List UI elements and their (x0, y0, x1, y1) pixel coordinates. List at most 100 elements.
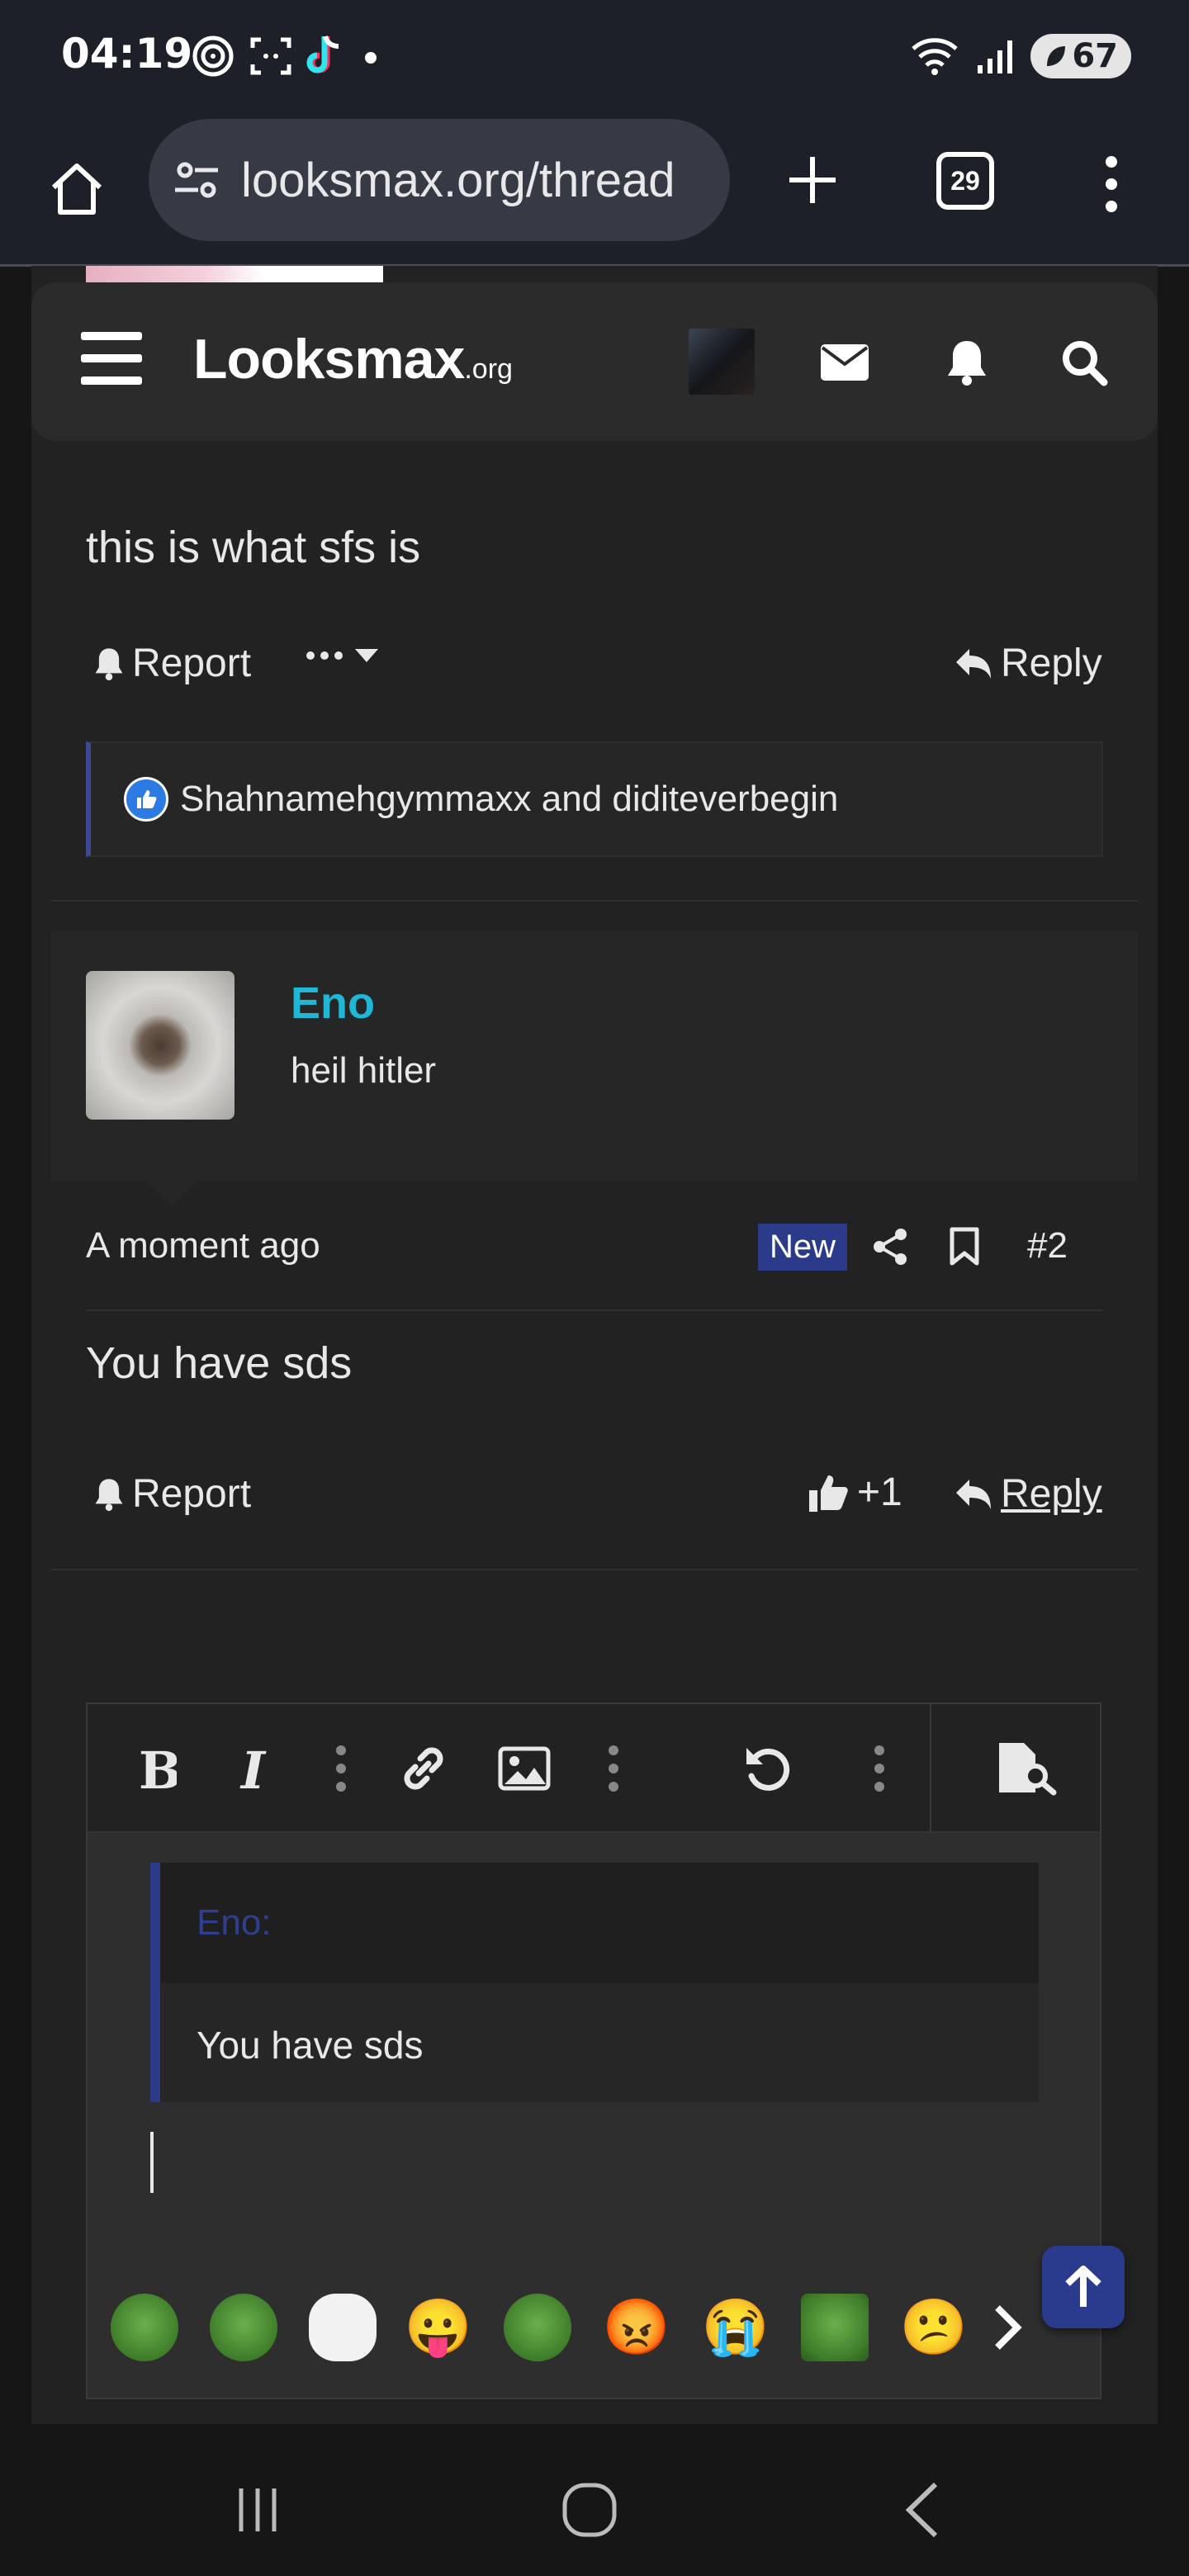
new-badge: New (758, 1224, 848, 1271)
reply-label: Reply (1001, 1472, 1102, 1516)
crying-face-emoji[interactable]: 😭 (702, 2294, 770, 2361)
quote-block: Eno: You have sds (150, 1863, 1039, 2102)
reactions-bar[interactable]: Shahnamehgymmaxx and diditeverbegin (86, 741, 1103, 857)
share-button[interactable] (865, 1222, 915, 1271)
pepe-laugh-emoji[interactable] (111, 2294, 178, 2361)
tab-switcher-button[interactable]: 29 (936, 152, 994, 210)
svg-text:I: I (239, 1744, 267, 1793)
home-circle-icon (562, 2483, 617, 2537)
bell-icon (95, 1478, 123, 1511)
svg-text:B: B (139, 1744, 177, 1793)
tongue-emoji[interactable]: 😛 (405, 2294, 472, 2361)
meta-divider (86, 1309, 1103, 1311)
more-insert-options-button[interactable] (585, 1737, 642, 1800)
battery-level: 67 (1072, 37, 1118, 75)
bell-icon (948, 341, 986, 386)
preview-button[interactable] (991, 1737, 1065, 1800)
status-time: 04:19 (61, 30, 193, 78)
recents-icon (239, 2488, 277, 2531)
quote-author[interactable]: Eno: (197, 1902, 272, 1944)
italic-button[interactable]: I (226, 1737, 284, 1800)
envelope-icon (821, 344, 869, 381)
alerts-button[interactable] (938, 334, 996, 391)
system-icons: 67 (910, 30, 1131, 83)
tiktok-icon (306, 36, 339, 73)
recent-apps-button[interactable] (216, 2469, 299, 2551)
report-label: Report (132, 1472, 252, 1516)
user-block-pointer (147, 1181, 197, 1205)
confused-face-emoji[interactable]: 😕 (900, 2294, 968, 2361)
report-label: Report (132, 642, 252, 685)
chevron-right-icon (995, 2305, 1022, 2350)
emoji-next-button[interactable] (983, 2294, 1032, 2361)
menu-icon[interactable] (81, 332, 142, 385)
like-reaction-icon (124, 777, 168, 822)
pepe-smug-emoji[interactable] (801, 2294, 869, 2361)
like-button[interactable]: +1 (808, 1470, 902, 1515)
quote-header: Eno: (160, 1863, 1039, 1983)
search-button[interactable] (1055, 334, 1113, 391)
address-bar[interactable]: looksmax.org/thread (149, 119, 730, 241)
bold-button[interactable]: B (127, 1737, 185, 1800)
report-button[interactable]: Report (92, 641, 251, 686)
more-vertical-icon (336, 1745, 346, 1792)
post-time[interactable]: A moment ago (86, 1225, 320, 1267)
undo-button[interactable] (740, 1737, 798, 1800)
url-text[interactable]: looksmax.org/thread (241, 153, 712, 208)
avatar[interactable] (86, 971, 234, 1120)
reactions-text[interactable]: Shahnamehgymmaxx and diditeverbegin (180, 779, 838, 820)
home-button[interactable] (40, 152, 114, 226)
battery-indicator: 67 (1030, 34, 1131, 78)
wojak-emoji[interactable] (309, 2294, 377, 2361)
more-options-button[interactable] (306, 647, 380, 664)
back-button[interactable] (882, 2469, 964, 2551)
pepe-tongue-emoji[interactable] (210, 2294, 277, 2361)
post-body: You have sds (86, 1338, 353, 1388)
toolbar-separator (930, 1704, 931, 1831)
pepe-angry-emoji[interactable] (504, 2294, 571, 2361)
back-icon (905, 2482, 938, 2538)
image-icon (498, 1746, 551, 1791)
link-button[interactable] (395, 1737, 452, 1800)
wifi-icon (912, 38, 959, 75)
username[interactable]: Eno (291, 978, 375, 1029)
bold-icon: B (139, 1744, 177, 1793)
cell-signal-icon (978, 40, 1013, 73)
status-bar: 04:19 67 (0, 0, 1189, 116)
italic-icon: I (239, 1744, 267, 1793)
report-button[interactable]: Report (92, 1471, 251, 1517)
angry-face-emoji[interactable]: 😡 (603, 2294, 670, 2361)
inbox-button[interactable] (816, 334, 874, 391)
file-preview-icon (999, 1743, 1057, 1796)
editor-toolbar: B I (88, 1704, 1100, 1833)
text-cursor (150, 2132, 154, 2193)
quote-body: You have sds (197, 2024, 424, 2067)
bookmark-button[interactable] (940, 1222, 989, 1271)
reply-label: Reply (1001, 642, 1102, 685)
reply-editor[interactable]: B I Eno: You have sds 😛 😡 😭 😕 (86, 1702, 1101, 2399)
site-logo[interactable]: Looksmax.org (193, 327, 513, 391)
user-avatar-button[interactable] (689, 329, 755, 395)
post-number[interactable]: #2 (1027, 1225, 1068, 1267)
dot-icon (365, 52, 377, 64)
message-user-block: Eno heil hitler (51, 931, 1138, 1181)
like-count: +1 (857, 1470, 902, 1514)
share-icon (874, 1229, 907, 1265)
screenshot-icon (250, 37, 291, 75)
more-vertical-icon (1106, 156, 1117, 212)
more-edit-options-button[interactable] (850, 1737, 908, 1800)
reply-button[interactable]: Reply (953, 641, 1102, 686)
reply-button[interactable]: Reply (953, 1471, 1102, 1517)
scroll-to-top-button[interactable] (1042, 2246, 1125, 2328)
link-icon (404, 1747, 443, 1790)
reply-icon (956, 648, 991, 679)
site-header: Looksmax.org (31, 282, 1158, 441)
emoji-suggestions: 😛 😡 😭 😕 (102, 2287, 1085, 2370)
post-body: this is what sfs is (86, 523, 421, 572)
browser-menu-button[interactable] (1087, 147, 1136, 221)
bookmark-icon (950, 1227, 979, 1266)
more-text-options-button[interactable] (312, 1737, 370, 1800)
new-tab-button[interactable] (779, 147, 846, 213)
image-button[interactable] (495, 1737, 553, 1800)
home-nav-button[interactable] (548, 2469, 631, 2551)
